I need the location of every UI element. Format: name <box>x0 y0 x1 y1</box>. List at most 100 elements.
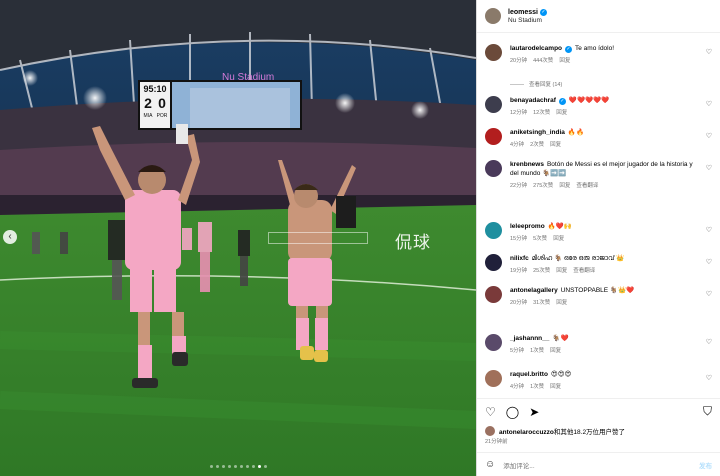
comment-like-count[interactable]: 2次赞 <box>530 140 544 148</box>
comment-like-count[interactable]: 1次赞 <box>530 382 544 390</box>
post-side-panel: leomessi ✓ Nu Stadium lautarodelcampo ✓ Te… <box>476 0 720 476</box>
likes-summary: antonelaroccuzzo和其他18.2万位用户赞了 <box>485 426 712 436</box>
replies-divider <box>510 83 524 85</box>
carousel-dot <box>264 465 267 468</box>
reply-button[interactable]: 回复 <box>556 108 567 116</box>
comment-meta: 5分钟 1次赞 回复 <box>510 346 714 354</box>
emoji-picker-icon[interactable]: ☺ <box>485 459 495 470</box>
commenter-username[interactable]: krenbnews <box>510 161 544 168</box>
comment-like-count[interactable]: 275次赞 <box>533 181 553 189</box>
away-score: 0 <box>158 95 166 111</box>
away-abbr: POR <box>157 113 168 119</box>
commenter-avatar[interactable] <box>485 222 502 239</box>
comment-like-icon[interactable]: ♡ <box>706 374 712 382</box>
commenter-username[interactable]: nilixfc <box>510 255 529 262</box>
reply-button[interactable]: 回复 <box>559 56 570 64</box>
watermark-text: 侃球 <box>395 233 431 253</box>
carousel-dot <box>222 465 225 468</box>
comment-body: krenbnews Botón de Messi es el mejor juga… <box>510 160 700 178</box>
comment-like-count[interactable]: 444次赞 <box>533 56 553 64</box>
bookmark-icon[interactable]: ⛉ <box>703 404 712 419</box>
liker-username[interactable]: antonelaroccuzzo <box>499 429 554 436</box>
reply-button[interactable]: 回复 <box>550 382 561 390</box>
post-location[interactable]: Nu Stadium <box>508 17 547 24</box>
commenter-username[interactable]: aniketsingh_india <box>510 129 565 136</box>
comment-like-icon[interactable]: ♡ <box>706 258 712 266</box>
add-comment-bar: ☺ 添加评论... 发布 <box>477 452 720 476</box>
commenter-avatar[interactable] <box>485 96 502 113</box>
reply-button[interactable]: 回复 <box>556 298 567 306</box>
comment-meta: 20分钟 31次赞 回复 <box>510 298 714 306</box>
post-comment-button[interactable]: 发布 <box>699 460 712 470</box>
watermark-frame <box>268 232 368 244</box>
comment-like-icon[interactable]: ♡ <box>706 290 712 298</box>
translate-button[interactable]: 查看翻译 <box>576 181 598 189</box>
comment-like-icon[interactable]: ♡ <box>706 132 712 140</box>
add-comment-input[interactable]: 添加评论... <box>503 460 534 470</box>
commenter-avatar[interactable] <box>485 160 502 177</box>
carousel-dot <box>252 465 255 468</box>
share-send-icon[interactable]: ➤ <box>529 405 539 419</box>
author-avatar[interactable] <box>485 8 501 24</box>
reply-button[interactable]: 回复 <box>559 181 570 189</box>
comment-item: antonelagallery UNSTOPPABLE 🐐👑❤️ 20分钟 31次赞回… <box>485 286 714 306</box>
commenter-username[interactable]: benayadachraf <box>510 97 556 104</box>
like-heart-icon[interactable]: ♡ <box>485 405 496 419</box>
comment-meta: 22分钟 275次赞 回复 查看翻译 <box>510 181 714 189</box>
commenter-avatar[interactable] <box>485 334 502 351</box>
author-username[interactable]: leomessi <box>508 9 538 16</box>
home-abbr: MIA <box>144 113 154 119</box>
translate-button[interactable]: 查看翻译 <box>573 266 595 274</box>
commenter-avatar[interactable] <box>485 44 502 61</box>
comment-item: krenbnews Botón de Messi es el mejor juga… <box>485 160 714 189</box>
comment-body: nilixfc മിശിഹ 🐐 ഒരേ ഒരു രാജാവ് 👑 <box>510 254 700 263</box>
reply-button[interactable]: 回复 <box>550 346 561 354</box>
comment-time: 15分钟 <box>510 236 528 242</box>
commenter-username[interactable]: antonelagallery <box>510 287 558 294</box>
comment-like-count[interactable]: 25次赞 <box>533 266 550 274</box>
comment-time: 4分钟 <box>510 384 525 390</box>
comment-time: 22分钟 <box>510 183 528 189</box>
comment-text: 😍😍😍 <box>550 371 572 378</box>
comment-meta: 20分钟 444次赞 回复 <box>510 56 714 64</box>
view-replies-label[interactable]: 查看回复 (14) <box>529 80 562 88</box>
commenter-avatar[interactable] <box>485 254 502 271</box>
comment-like-count[interactable]: 31次赞 <box>533 298 550 306</box>
liker-avatar[interactable] <box>485 426 495 436</box>
commenter-username[interactable]: raquel.britto <box>510 371 548 378</box>
comment-like-count[interactable]: 5次赞 <box>533 234 547 242</box>
comment-body: aniketsingh_india 🔥🔥 <box>510 128 700 137</box>
comment-like-icon[interactable]: ♡ <box>706 48 712 56</box>
comment-like-count[interactable]: 1次赞 <box>530 346 544 354</box>
comment-text: Te amo ídolo! <box>575 45 615 52</box>
comment-meta: 15分钟 5次赞 回复 <box>510 234 714 242</box>
commenter-username[interactable]: _jashannn__ <box>510 335 549 342</box>
comment-like-icon[interactable]: ♡ <box>706 338 712 346</box>
comment-body: _jashannn__ 🐐❤️ <box>510 334 700 343</box>
commenter-avatar[interactable] <box>485 128 502 145</box>
comment-text: 🔥🔥 <box>567 129 585 136</box>
comment-like-count[interactable]: 12次赞 <box>533 108 550 116</box>
commenter-avatar[interactable] <box>485 286 502 303</box>
likes-count-text[interactable]: 和其他18.2万位用户赞了 <box>554 429 625 436</box>
previous-image-button[interactable]: ‹ <box>3 230 17 244</box>
comment-time: 4分钟 <box>510 142 525 148</box>
reply-button[interactable]: 回复 <box>550 140 561 148</box>
comment-item: aniketsingh_india 🔥🔥 4分钟 2次赞 回复 ♡ <box>485 128 714 148</box>
comment-item: benayadachraf ✓ ❤️❤️❤️❤️❤️ 12分钟 12次赞 回复 ♡ <box>485 96 714 116</box>
view-replies-button[interactable]: 查看回复 (14) <box>510 80 562 88</box>
comment-like-icon[interactable]: ♡ <box>706 164 712 172</box>
reply-button[interactable]: 回复 <box>553 234 564 242</box>
comment-bubble-icon[interactable]: ◯ <box>506 405 519 419</box>
comment-item: _jashannn__ 🐐❤️ 5分钟 1次赞 回复 ♡ <box>485 334 714 354</box>
comment-body: benayadachraf ✓ ❤️❤️❤️❤️❤️ <box>510 96 700 105</box>
comment-like-icon[interactable]: ♡ <box>706 100 712 108</box>
carousel-dot <box>210 465 213 468</box>
commenter-username[interactable]: leleepromo <box>510 223 545 230</box>
comment-like-icon[interactable]: ♡ <box>706 226 712 234</box>
comment-body: lautarodelcampo ✓ Te amo ídolo! <box>510 44 700 53</box>
commenter-username[interactable]: lautarodelcampo <box>510 45 562 52</box>
commenter-avatar[interactable] <box>485 370 502 387</box>
post-header: leomessi ✓ Nu Stadium <box>477 0 720 33</box>
reply-button[interactable]: 回复 <box>556 266 567 274</box>
